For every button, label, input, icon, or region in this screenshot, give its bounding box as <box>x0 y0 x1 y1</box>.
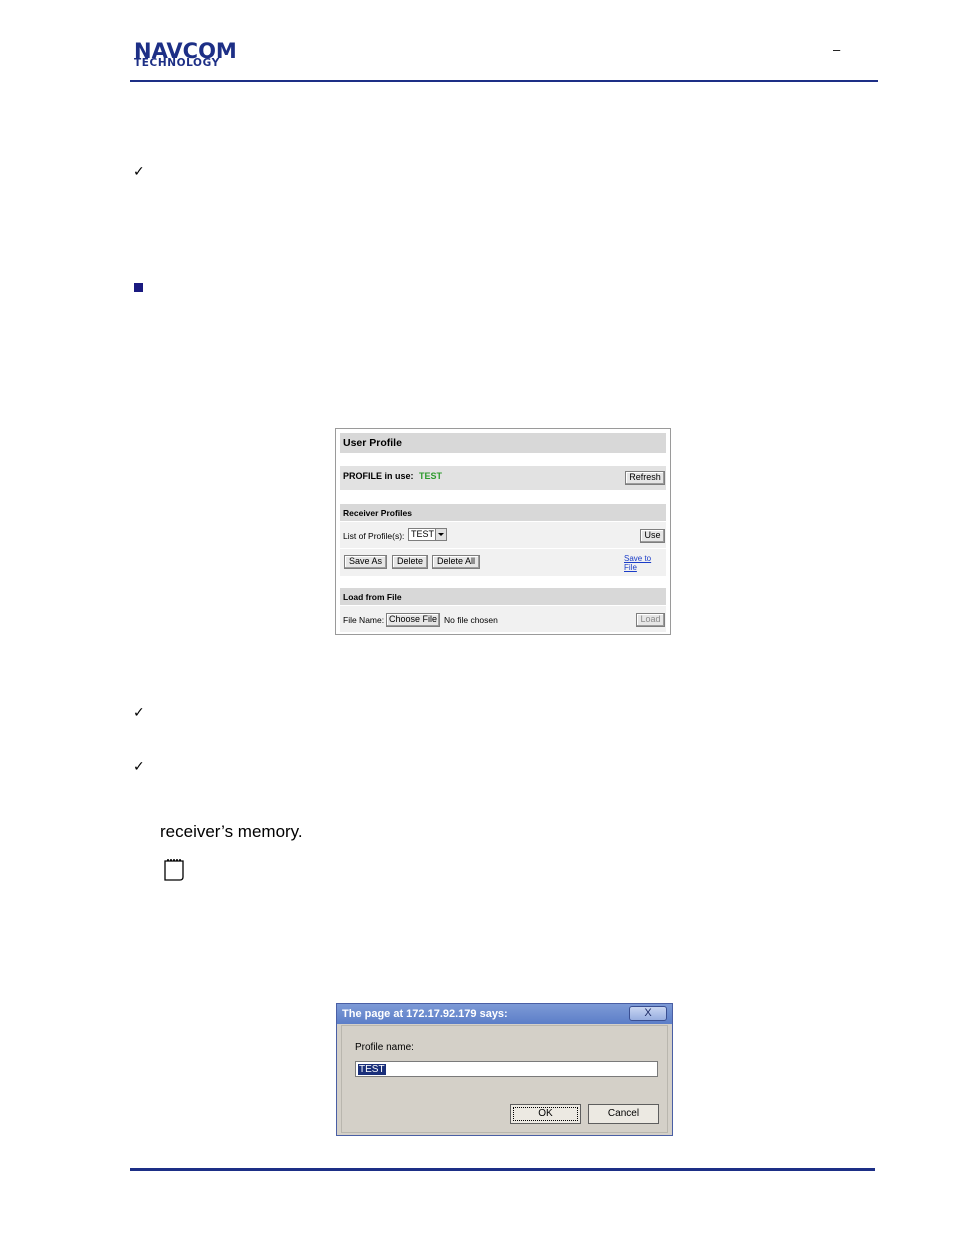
load-button[interactable]: Load <box>636 613 665 627</box>
check-icon: ✓ <box>133 705 145 721</box>
dialog-body: Profile name: TEST OK Cancel <box>341 1025 668 1133</box>
user-profile-panel: User Profile PROFILE in use: TEST Refres… <box>335 428 671 635</box>
receiver-profiles-header: Receiver Profiles <box>343 508 412 518</box>
choose-file-button[interactable]: Choose File <box>386 613 440 627</box>
delete-all-button[interactable]: Delete All <box>432 555 480 569</box>
receiver-profiles-header-bar: Receiver Profiles <box>340 504 666 521</box>
profile-select[interactable]: TEST <box>408 528 447 541</box>
dialog-title: The page at 172.17.92.179 says: <box>342 1008 508 1020</box>
cancel-button[interactable]: Cancel <box>588 1104 659 1124</box>
header-rule <box>130 80 878 82</box>
file-name-row: File Name: Choose File No file chosen Lo… <box>340 606 666 632</box>
profile-in-use-row: PROFILE in use: TEST Refresh <box>340 466 666 490</box>
panel-title: User Profile <box>343 437 402 449</box>
dialog-titlebar: The page at 172.17.92.179 says: X <box>337 1004 672 1024</box>
profile-name-input-value: TEST <box>358 1064 386 1075</box>
profile-in-use-label: PROFILE in use: <box>343 471 414 481</box>
header-dash: – <box>833 42 841 57</box>
use-button[interactable]: Use <box>640 529 665 543</box>
save-as-button[interactable]: Save As <box>344 555 387 569</box>
delete-button[interactable]: Delete <box>392 555 428 569</box>
load-from-file-header-bar: Load from File <box>340 588 666 605</box>
load-from-file-header: Load from File <box>343 592 402 602</box>
body-text: receiver’s memory. <box>160 822 303 841</box>
profile-name-dialog: The page at 172.17.92.179 says: X Profil… <box>336 1003 673 1136</box>
chevron-down-icon[interactable] <box>435 529 446 540</box>
logo-line2: TECHNOLOGY <box>134 57 220 69</box>
check-icon: ✓ <box>133 164 145 180</box>
panel-title-bar: User Profile <box>340 433 666 453</box>
navcom-logo: NAVCOM TECHNOLOGY <box>134 41 259 70</box>
profile-name-label: Profile name: <box>355 1042 414 1053</box>
check-icon: ✓ <box>133 759 145 775</box>
no-file-chosen-text: No file chosen <box>444 615 498 625</box>
close-button[interactable]: X <box>629 1006 667 1021</box>
profile-list-label: List of Profile(s): <box>343 531 405 541</box>
square-bullet-icon <box>134 283 143 292</box>
profile-name-input[interactable]: TEST <box>355 1061 658 1077</box>
profile-select-value: TEST <box>411 529 435 539</box>
save-to-file-link[interactable]: Save to File <box>624 554 666 572</box>
profile-list-row: List of Profile(s): TEST Use <box>340 522 666 548</box>
profile-in-use-value: TEST <box>419 471 443 481</box>
footer-rule <box>130 1168 875 1171</box>
file-name-label: File Name: <box>343 615 385 625</box>
refresh-button[interactable]: Refresh <box>625 471 665 485</box>
profile-actions-row: Save As Delete Delete All Save to File <box>340 549 666 576</box>
note-icon <box>163 857 185 882</box>
ok-button[interactable]: OK <box>510 1104 581 1124</box>
